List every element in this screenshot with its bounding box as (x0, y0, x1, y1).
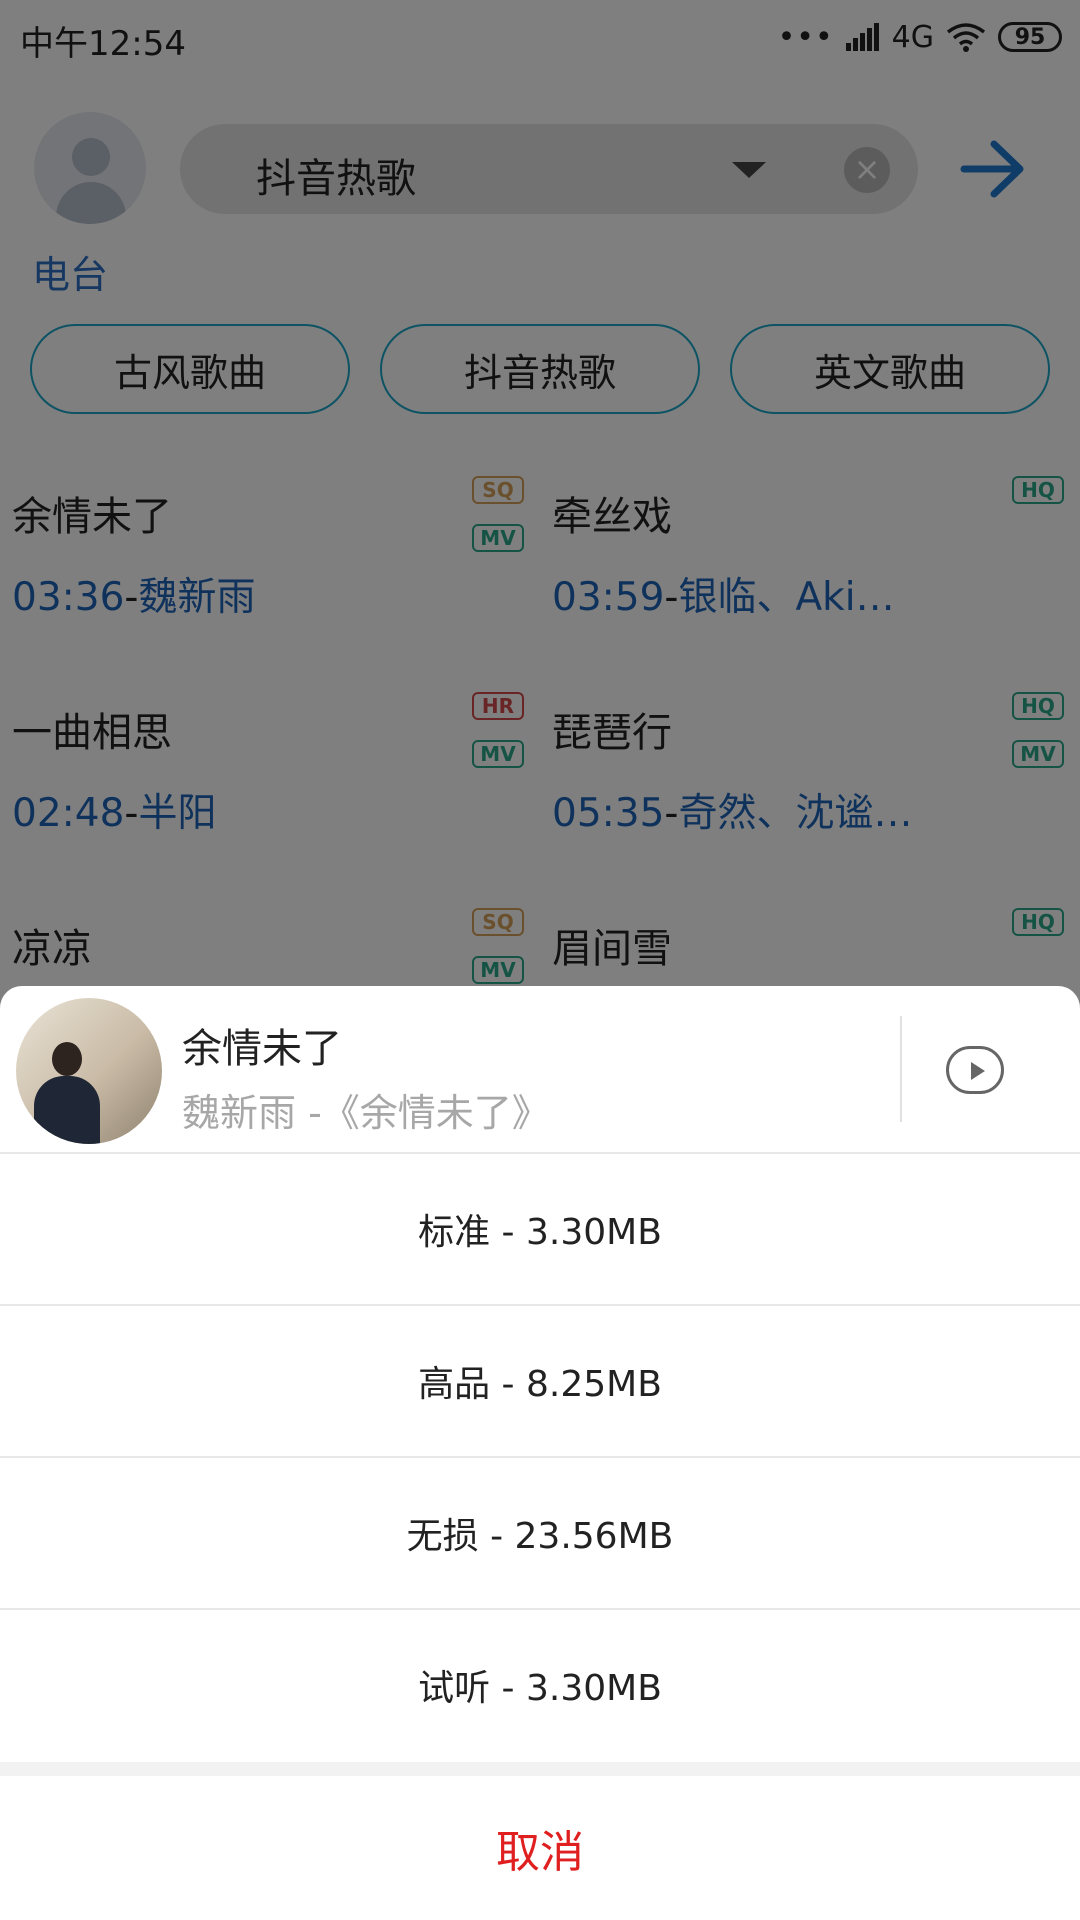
download-quality-sheet: 余情未了 魏新雨 -《余情未了》 标准 - 3.30MB 高品 - 8.25MB… (0, 986, 1080, 1920)
music-app-page: 中午12:54 ••• 4G 95 电台 (0, 0, 1080, 1920)
album-cover (16, 998, 162, 1144)
cancel-button[interactable]: 取消 (0, 1776, 1080, 1920)
sheet-song-title: 余情未了 (182, 1026, 342, 1072)
vertical-divider (900, 1016, 902, 1122)
play-icon[interactable] (946, 1046, 1004, 1094)
option-label: 标准 - 3.30MB (418, 1212, 662, 1253)
option-label: 无损 - 23.56MB (406, 1516, 674, 1557)
option-high-quality[interactable]: 高品 - 8.25MB (0, 1304, 1080, 1456)
play-triangle (971, 1062, 985, 1080)
sheet-song-subtitle: 魏新雨 -《余情未了》 (182, 1091, 550, 1135)
cover-figure-body (34, 1076, 100, 1144)
option-lossless[interactable]: 无损 - 23.56MB (0, 1456, 1080, 1608)
cover-figure-head (52, 1042, 82, 1076)
sheet-separator (0, 1762, 1080, 1776)
option-preview[interactable]: 试听 - 3.30MB (0, 1608, 1080, 1760)
option-standard[interactable]: 标准 - 3.30MB (0, 1152, 1080, 1304)
option-label: 高品 - 8.25MB (418, 1364, 662, 1405)
option-label: 试听 - 3.30MB (418, 1668, 662, 1709)
